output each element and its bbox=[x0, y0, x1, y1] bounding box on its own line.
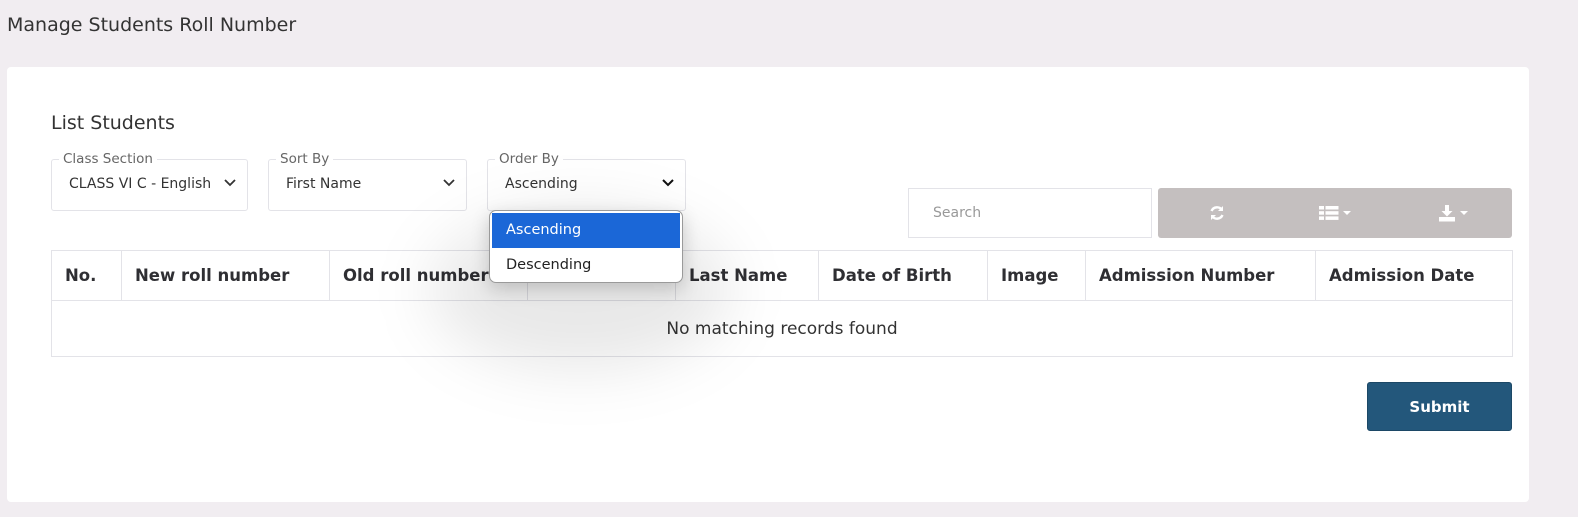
dropdown-option-ascending[interactable]: Ascending bbox=[492, 213, 680, 248]
refresh-icon bbox=[1210, 206, 1224, 220]
sort-by-legend: Sort By bbox=[276, 150, 334, 168]
table-row: No matching records found bbox=[52, 301, 1513, 357]
chevron-down-icon bbox=[443, 179, 455, 187]
caret-down-icon bbox=[1460, 211, 1468, 215]
sort-by-select[interactable]: Sort By First Name bbox=[268, 150, 467, 211]
order-by-value: Ascending bbox=[505, 176, 578, 192]
column-header[interactable]: Date of Birth bbox=[818, 250, 988, 301]
page-title: Manage Students Roll Number bbox=[7, 14, 297, 36]
column-header[interactable]: No. bbox=[51, 250, 122, 301]
refresh-button[interactable] bbox=[1158, 188, 1276, 238]
section-title: List Students bbox=[51, 112, 175, 134]
caret-down-icon bbox=[1343, 211, 1351, 215]
export-button[interactable] bbox=[1394, 188, 1512, 238]
class-section-select[interactable]: Class Section CLASS VI C - English bbox=[51, 150, 248, 211]
dropdown-option-descending[interactable]: Descending bbox=[490, 248, 682, 282]
order-by-legend: Order By bbox=[495, 150, 563, 168]
class-section-value: CLASS VI C - English bbox=[69, 176, 212, 192]
order-by-select[interactable]: Order By Ascending bbox=[487, 150, 686, 211]
column-header[interactable]: New roll number bbox=[121, 250, 330, 301]
table-header-row: No. New roll number Old roll number Firs… bbox=[51, 250, 1513, 301]
chevron-down-icon bbox=[662, 179, 674, 187]
class-section-legend: Class Section bbox=[59, 150, 157, 168]
list-students-card: List Students Class Section CLASS VI C -… bbox=[7, 67, 1529, 502]
column-header[interactable]: Admission Date bbox=[1315, 250, 1513, 301]
chevron-down-icon bbox=[224, 179, 236, 187]
table-toolbar bbox=[1158, 188, 1512, 238]
column-header[interactable]: Image bbox=[987, 250, 1086, 301]
order-by-dropdown: Ascending Descending bbox=[489, 210, 683, 283]
submit-button[interactable]: Submit bbox=[1367, 382, 1512, 431]
columns-button[interactable] bbox=[1276, 188, 1394, 238]
students-table: No. New roll number Old roll number Firs… bbox=[51, 250, 1513, 357]
column-header[interactable]: Admission Number bbox=[1085, 250, 1316, 301]
sort-by-value: First Name bbox=[286, 176, 362, 192]
empty-message: No matching records found bbox=[666, 318, 898, 339]
columns-list-icon bbox=[1319, 206, 1339, 220]
search-input[interactable]: Search bbox=[908, 188, 1152, 238]
download-icon bbox=[1439, 204, 1455, 221]
column-header[interactable]: Last Name bbox=[675, 250, 819, 301]
